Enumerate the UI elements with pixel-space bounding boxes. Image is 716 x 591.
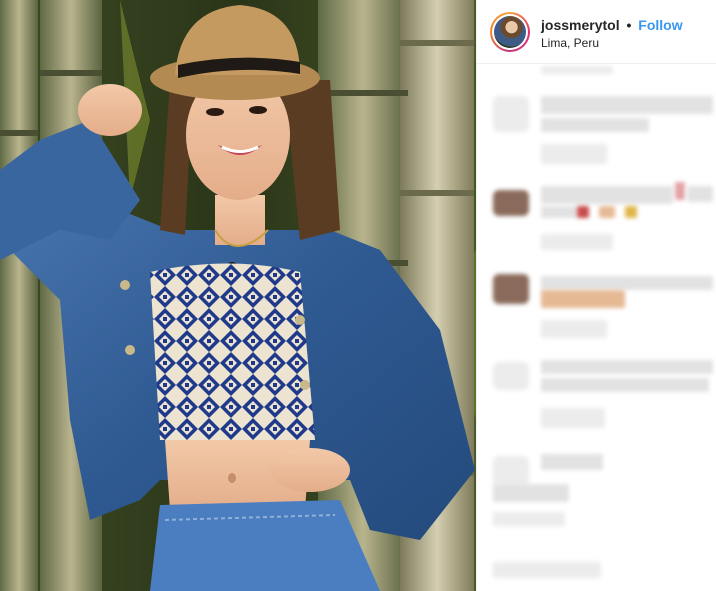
blurred-comment <box>541 454 603 470</box>
blurred-avatar <box>493 456 529 486</box>
user-avatar[interactable] <box>490 12 530 52</box>
blurred-emoji <box>599 206 615 218</box>
blurred-comment <box>541 378 709 392</box>
blurred-comment <box>541 206 577 218</box>
blurred-meta <box>541 408 605 428</box>
blurred-comment <box>541 118 649 132</box>
blurred-comment <box>541 96 713 114</box>
post-photo <box>0 0 476 591</box>
blurred-comment <box>541 276 713 290</box>
avatar-photo <box>494 16 526 48</box>
blurred-emoji <box>675 182 685 200</box>
blurred-avatar <box>493 274 529 304</box>
blurred-emoji <box>625 206 637 218</box>
follow-button[interactable]: Follow <box>638 17 682 33</box>
blurred-meta <box>541 320 607 338</box>
post-header: jossmerytol • Follow Lima, Peru <box>477 0 716 64</box>
username-link[interactable]: jossmerytol <box>541 17 620 33</box>
blurred-avatar <box>493 362 529 390</box>
blurred-comment <box>493 484 569 502</box>
comments-area <box>477 64 716 591</box>
blurred-meta <box>493 562 601 578</box>
user-line: jossmerytol • Follow <box>541 16 683 34</box>
blurred-meta <box>541 234 613 250</box>
separator-dot: • <box>626 17 632 33</box>
blurred-meta <box>493 512 565 526</box>
blurred-emoji <box>577 206 589 218</box>
blurred-avatar <box>493 190 529 216</box>
blurred-comment <box>687 186 713 202</box>
blurred-meta <box>541 144 607 164</box>
location-link[interactable]: Lima, Peru <box>541 36 599 50</box>
blurred-comment <box>541 360 713 374</box>
blurred-comment <box>541 186 673 204</box>
post-image[interactable] <box>0 0 476 591</box>
blurred-emoji <box>541 290 625 308</box>
blurred-avatar <box>493 96 529 132</box>
post-side-panel: jossmerytol • Follow Lima, Peru <box>476 0 716 591</box>
blurred-text <box>541 66 613 74</box>
